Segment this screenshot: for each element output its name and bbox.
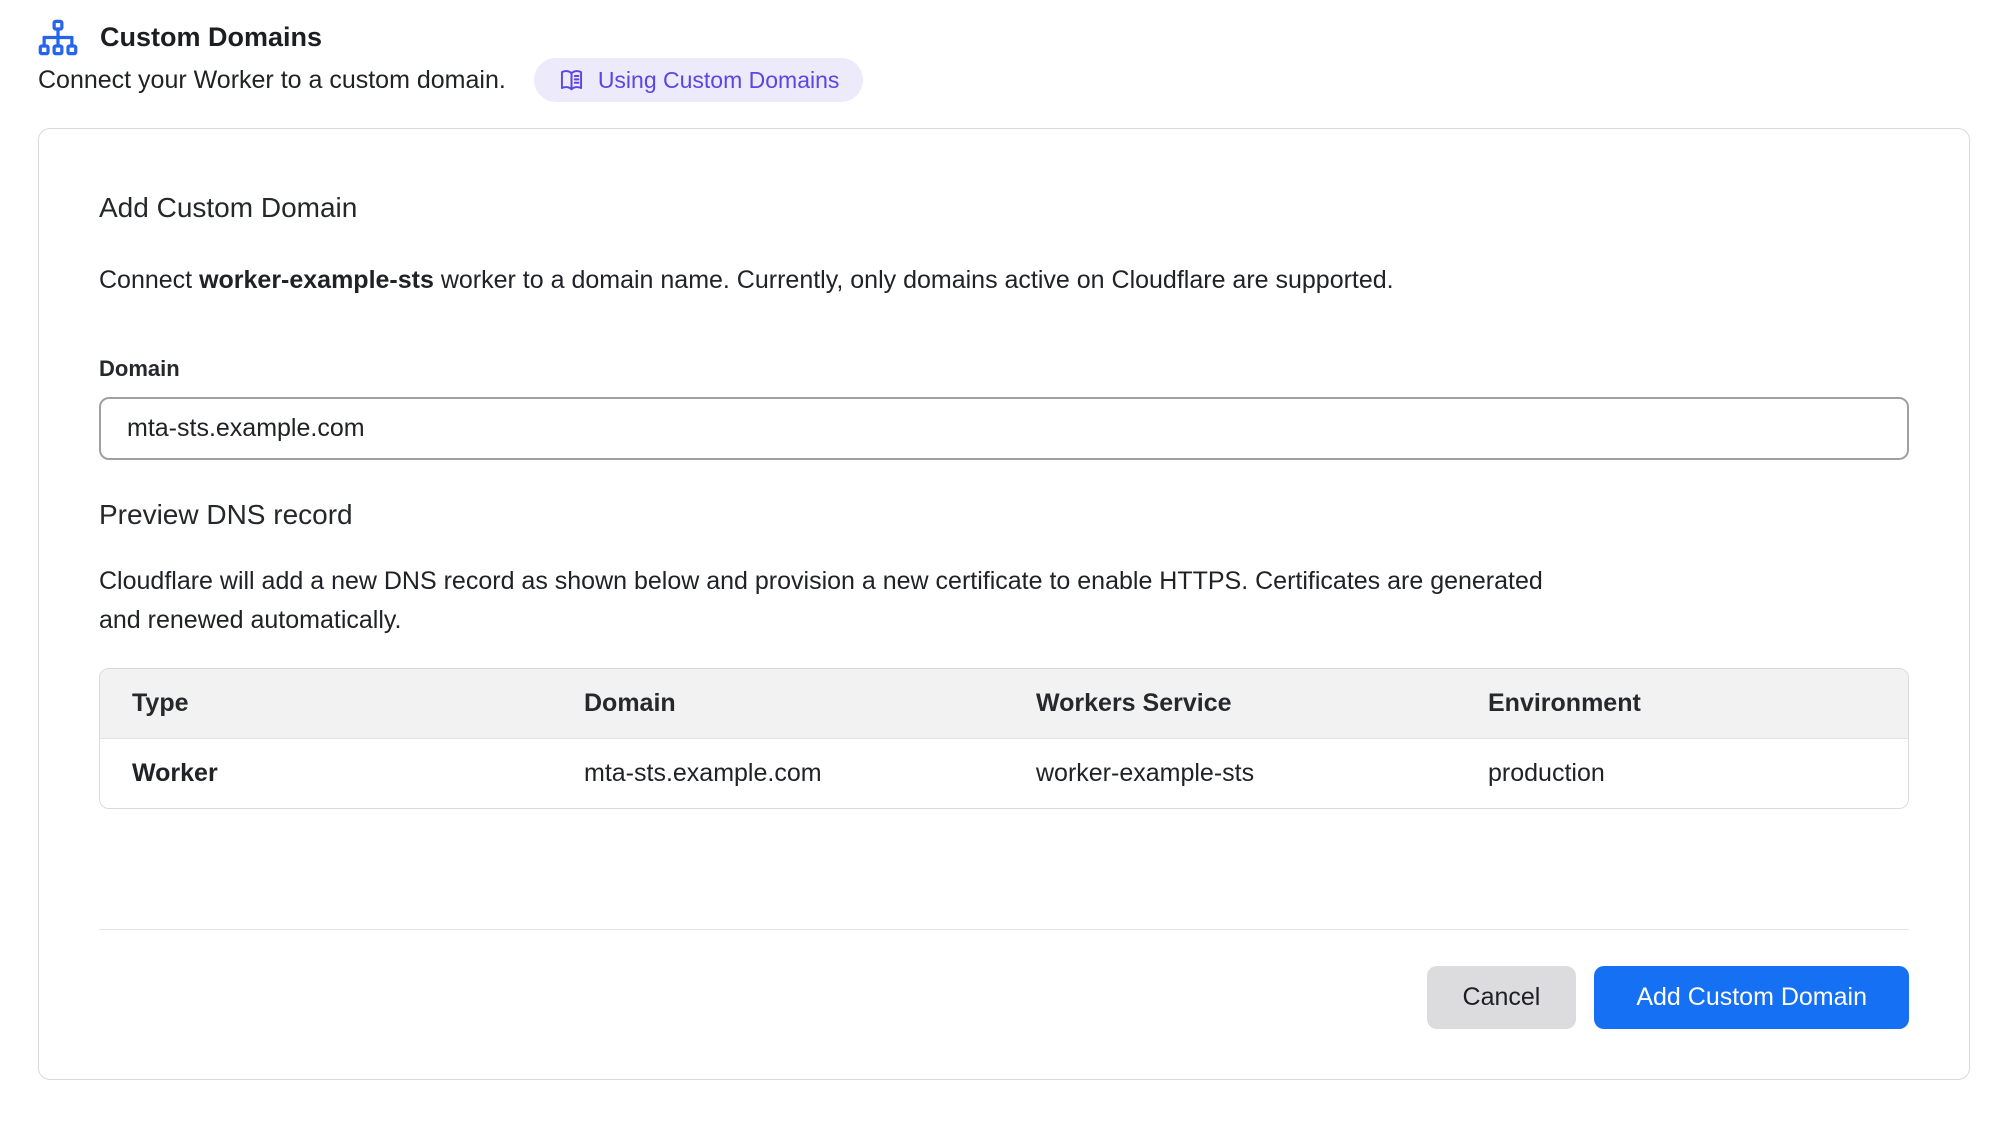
open-book-icon [558, 67, 585, 94]
cell-environment: production [1456, 739, 1908, 808]
page-content: Custom Domains Connect your Worker to a … [38, 0, 1970, 1080]
cancel-button[interactable]: Cancel [1427, 966, 1577, 1029]
column-header-workers-service: Workers Service [1004, 669, 1456, 739]
card-heading: Add Custom Domain [99, 191, 1909, 225]
docs-link-label: Using Custom Domains [598, 69, 840, 92]
intro-prefix: Connect [99, 266, 199, 294]
card-actions: Cancel Add Custom Domain [99, 966, 1909, 1029]
page-header: Custom Domains [38, 0, 1970, 38]
domain-input[interactable] [99, 397, 1909, 460]
table-header-row: Type Domain Workers Service Environment [100, 669, 1908, 739]
cell-workers-service: worker-example-sts [1004, 739, 1456, 808]
table-row: Worker mta-sts.example.com worker-exampl… [100, 739, 1908, 808]
add-custom-domain-button[interactable]: Add Custom Domain [1594, 966, 1909, 1029]
intro-suffix: worker to a domain name. Currently, only… [434, 266, 1394, 294]
page-title: Custom Domains [100, 18, 322, 56]
cell-type: Worker [100, 739, 552, 808]
column-header-type: Type [100, 669, 552, 739]
worker-name: worker-example-sts [199, 266, 434, 294]
domain-field-label: Domain [99, 355, 1909, 383]
page-subtitle: Connect your Worker to a custom domain. [38, 66, 506, 95]
preview-dns-heading: Preview DNS record [99, 498, 1909, 532]
cell-domain: mta-sts.example.com [552, 739, 1004, 808]
page-subheader: Connect your Worker to a custom domain. … [38, 58, 1970, 102]
add-custom-domain-card: Add Custom Domain Connect worker-example… [38, 128, 1970, 1080]
card-intro-text: Connect worker-example-sts worker to a d… [99, 263, 1909, 297]
dns-record-table: Type Domain Workers Service Environment … [99, 668, 1909, 809]
preview-dns-description: Cloudflare will add a new DNS record as … [99, 562, 1569, 640]
column-header-environment: Environment [1456, 669, 1908, 739]
column-header-domain: Domain [552, 669, 1004, 739]
sitemap-icon [38, 19, 78, 56]
footer-divider [99, 929, 1909, 930]
docs-link-using-custom-domains[interactable]: Using Custom Domains [534, 58, 864, 102]
